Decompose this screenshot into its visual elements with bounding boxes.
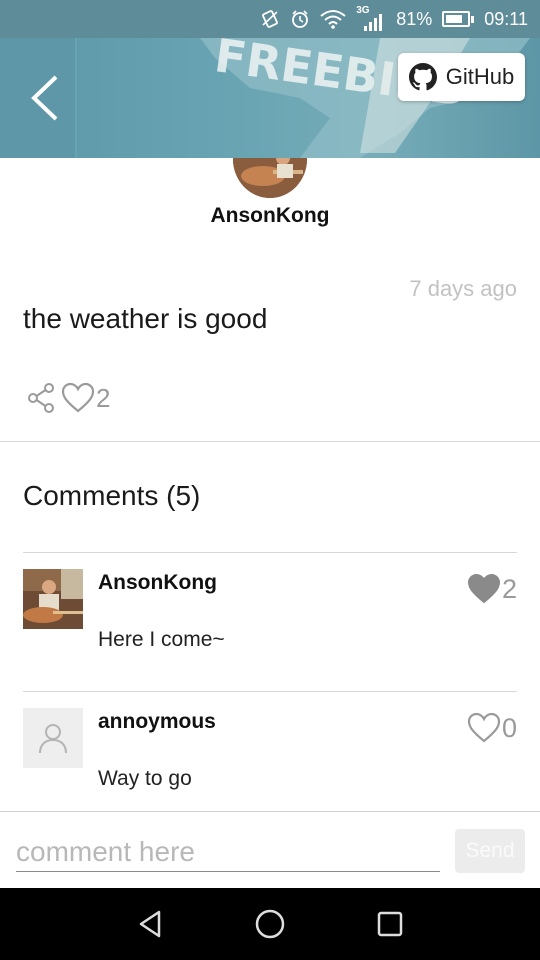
clock: 09:11 [484, 8, 528, 29]
nav-recents-button[interactable] [370, 904, 410, 944]
comment-like-count: 2 [501, 573, 517, 604]
comment-like-count: 0 [501, 712, 517, 743]
battery-fill [446, 15, 463, 23]
comment-item[interactable]: annoymous Way to go 0 [23, 691, 517, 831]
comment-composer: Send [0, 811, 540, 888]
post-actions: 2 [27, 380, 110, 416]
send-button[interactable]: Send [455, 829, 525, 873]
comment-input[interactable] [16, 832, 440, 872]
back-button[interactable] [14, 60, 74, 136]
github-button[interactable]: GitHub [398, 53, 525, 101]
back-arrow-icon [31, 75, 58, 121]
user-placeholder-icon [39, 724, 67, 754]
status-icons: 3G 81% 09:11 [260, 0, 528, 38]
like-count: 2 [96, 382, 111, 413]
share-icon[interactable] [27, 383, 55, 413]
comment-text: Here I come~ [98, 628, 225, 651]
comment-avatar[interactable] [23, 708, 83, 768]
profile-header: FREEBIRD GitHub [0, 38, 540, 158]
heart-filled-icon [467, 573, 500, 604]
nav-back-icon [139, 910, 161, 938]
nav-home-button[interactable] [250, 904, 290, 944]
comment-item[interactable]: AnsonKong Here I come~ 2 [23, 552, 517, 692]
github-label: GitHub [445, 64, 515, 89]
system-nav-bar [0, 888, 540, 960]
battery-icon [442, 11, 475, 27]
section-divider [0, 441, 540, 442]
comment-text: Way to go [98, 767, 192, 790]
nav-back-button[interactable] [130, 904, 170, 944]
nav-recents-icon [377, 911, 403, 937]
status-bar: 3G 81% 09:11 [0, 0, 540, 38]
alarm-icon [292, 10, 309, 28]
comment-like-button[interactable]: 2 [467, 573, 517, 605]
comments-title: Comments (5) [23, 480, 201, 511]
like-button[interactable] [61, 382, 95, 414]
battery-percent: 81% [396, 8, 433, 29]
vibrate-icon [262, 10, 279, 28]
post-timestamp: 7 days ago [409, 276, 517, 301]
post-text: the weather is good [23, 303, 268, 334]
github-icon [408, 63, 437, 91]
heart-outline-icon [467, 712, 501, 743]
nav-home-icon [255, 909, 285, 939]
signal-indicator: 3G [356, 5, 386, 31]
wifi-icon [320, 10, 346, 29]
signal-icon [364, 14, 383, 31]
author-name[interactable]: AnsonKong [0, 204, 540, 228]
comment-author[interactable]: annoymous [98, 710, 216, 734]
comment-author[interactable]: AnsonKong [98, 571, 217, 595]
comment-avatar[interactable] [23, 569, 83, 629]
comment-like-button[interactable]: 0 [467, 712, 517, 744]
